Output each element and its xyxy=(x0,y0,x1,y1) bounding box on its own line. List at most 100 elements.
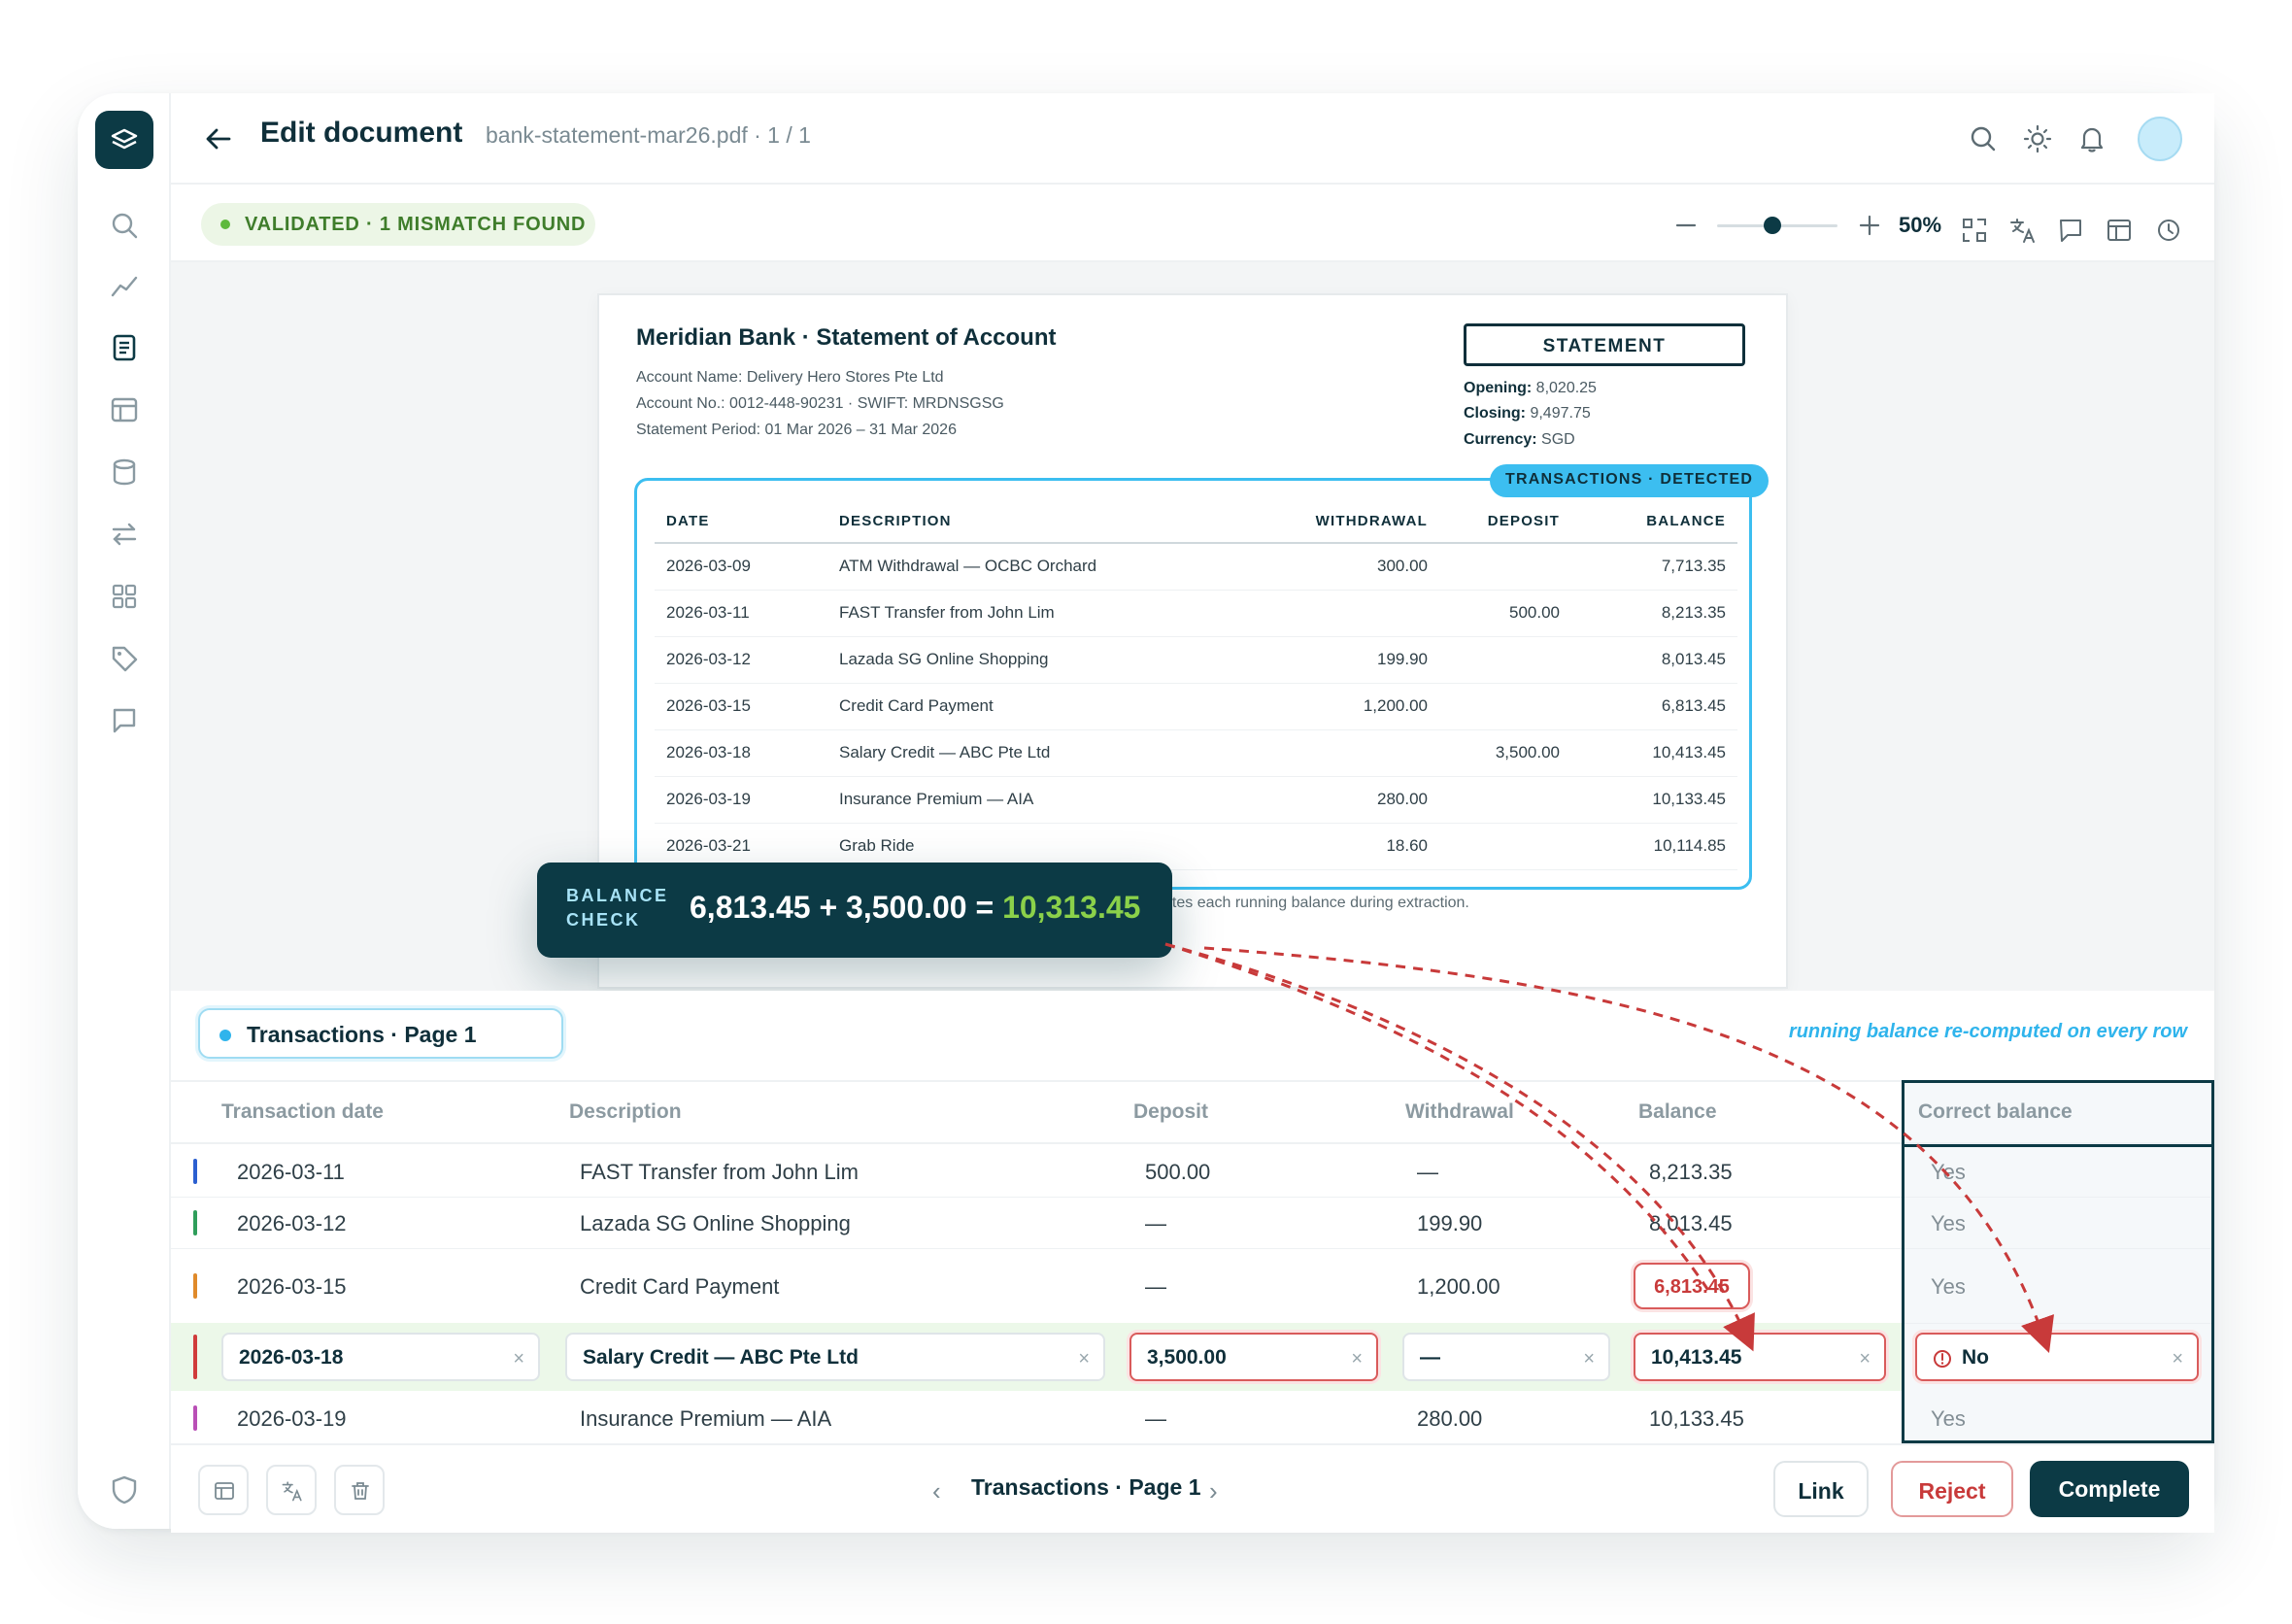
analytics-icon[interactable] xyxy=(109,270,140,301)
opening-value: 8,020.25 xyxy=(1535,380,1597,396)
edit-correct-balance-field[interactable]: No × xyxy=(1915,1333,2199,1381)
row-deposit[interactable]: — xyxy=(1145,1274,1166,1300)
edit-date-value: 2026-03-18 xyxy=(239,1346,344,1369)
row-date[interactable]: 2026-03-15 xyxy=(237,1274,347,1300)
statement-cell-deposit: 500.00 xyxy=(1439,590,1571,637)
row-withdrawal[interactable]: 280.00 xyxy=(1417,1406,1482,1432)
theme-sun-icon[interactable] xyxy=(2022,123,2053,154)
clear-icon[interactable]: × xyxy=(1351,1348,1363,1370)
previous-page-button[interactable]: ‹ xyxy=(932,1476,941,1506)
clear-icon[interactable]: × xyxy=(2172,1348,2183,1370)
transactions-region[interactable]: DATE DESCRIPTION WITHDRAWAL DEPOSIT BALA… xyxy=(634,478,1752,890)
database-icon[interactable] xyxy=(109,457,140,488)
row-date[interactable]: 2026-03-12 xyxy=(237,1211,347,1236)
layout-button[interactable] xyxy=(198,1465,249,1515)
search-icon[interactable] xyxy=(1968,123,1999,154)
row-deposit[interactable]: — xyxy=(1145,1406,1166,1432)
translate-icon xyxy=(282,1481,302,1502)
edit-deposit-field[interactable]: 3,500.00 × xyxy=(1129,1333,1378,1381)
statement-cell-deposit xyxy=(1439,636,1571,684)
layers-icon xyxy=(111,128,138,150)
reject-button[interactable]: Reject xyxy=(1891,1461,2013,1517)
table-icon[interactable] xyxy=(109,394,140,425)
extraction-note: utes each running balance during extract… xyxy=(1163,895,1469,911)
edit-withdrawal-field[interactable]: — × xyxy=(1402,1333,1610,1381)
logo[interactable] xyxy=(95,111,153,169)
account-number: Account No.: 0012-448-90231 · SWIFT: MRD… xyxy=(636,395,1004,412)
statement-cell-withdrawal xyxy=(1255,729,1439,777)
row-date[interactable]: 2026-03-11 xyxy=(237,1160,345,1185)
tab-dot xyxy=(219,1030,231,1041)
statement-cell-description: Lazada SG Online Shopping xyxy=(827,636,1255,684)
history-icon[interactable] xyxy=(2154,216,2183,245)
bell-icon[interactable] xyxy=(2076,123,2107,154)
statement-cell-balance: 10,413.45 xyxy=(1571,729,1737,777)
status-dot xyxy=(220,220,230,229)
clear-icon[interactable]: × xyxy=(513,1348,524,1370)
row-withdrawal[interactable]: 199.90 xyxy=(1417,1211,1482,1236)
statement-cell-date: 2026-03-09 xyxy=(655,543,827,591)
zoom-out-icon[interactable] xyxy=(1674,214,1698,237)
zoom-slider-thumb[interactable] xyxy=(1764,217,1781,234)
edit-description-field[interactable]: Salary Credit — ABC Pte Ltd × xyxy=(565,1333,1105,1381)
row-color-bar xyxy=(193,1335,197,1379)
link-button[interactable]: Link xyxy=(1773,1461,1869,1517)
edit-balance-field[interactable]: 10,413.45 × xyxy=(1634,1333,1886,1381)
edit-deposit-value: 3,500.00 xyxy=(1147,1346,1227,1369)
balance-check-label-1: BALANCE xyxy=(566,886,669,905)
grid-icon[interactable] xyxy=(109,581,140,612)
edit-date-field[interactable]: 2026-03-18 × xyxy=(221,1333,540,1381)
col-balance: BALANCE xyxy=(1571,500,1737,544)
statement-cell-balance: 10,114.85 xyxy=(1571,823,1737,870)
clear-icon[interactable]: × xyxy=(1859,1348,1871,1370)
row-balance[interactable]: 8,013.45 xyxy=(1649,1211,1733,1236)
col-description: DESCRIPTION xyxy=(827,500,1255,544)
complete-button[interactable]: Complete xyxy=(2030,1461,2189,1517)
scan-icon[interactable] xyxy=(1960,216,1989,245)
statement-cell-description: Credit Card Payment xyxy=(827,683,1255,730)
row-description[interactable]: Lazada SG Online Shopping xyxy=(580,1211,851,1236)
row-description[interactable]: Credit Card Payment xyxy=(580,1274,779,1300)
comment-icon[interactable] xyxy=(109,705,140,736)
statement-cell-balance: 6,813.45 xyxy=(1571,683,1737,730)
next-page-button[interactable]: › xyxy=(1209,1476,1218,1506)
statement-cell-withdrawal: 199.90 xyxy=(1255,636,1439,684)
clear-icon[interactable]: × xyxy=(1583,1348,1595,1370)
sidebar xyxy=(78,93,171,1529)
statement-cell-description: Insurance Premium — AIA xyxy=(827,776,1255,824)
balance-mismatch-chip[interactable]: 6,813.45 xyxy=(1634,1263,1750,1309)
row-deposit[interactable]: — xyxy=(1145,1211,1166,1236)
closing-balance: Closing: 9,497.75 xyxy=(1464,405,1591,423)
tag-icon[interactable] xyxy=(109,643,140,674)
statement-row: 2026-03-15 Credit Card Payment 1,200.00 6,8… xyxy=(655,683,1737,730)
row-balance[interactable]: 8,213.35 xyxy=(1649,1160,1733,1185)
transfer-icon[interactable] xyxy=(109,519,140,550)
row-withdrawal[interactable]: — xyxy=(1417,1160,1438,1185)
statement-table: DATE DESCRIPTION WITHDRAWAL DEPOSIT BALA… xyxy=(655,500,1737,870)
tab-transactions-page-1[interactable]: Transactions · Page 1 xyxy=(198,1008,563,1059)
statement-cell-withdrawal: 18.60 xyxy=(1255,823,1439,870)
document-icon[interactable] xyxy=(109,332,140,363)
back-arrow-icon[interactable] xyxy=(202,122,235,155)
layout-icon[interactable] xyxy=(2105,216,2134,245)
comment-icon[interactable] xyxy=(2056,216,2085,245)
translate-button[interactable] xyxy=(266,1465,317,1515)
row-color-bar xyxy=(193,1272,197,1299)
clear-icon[interactable]: × xyxy=(1078,1348,1090,1370)
row-description[interactable]: Insurance Premium — AIA xyxy=(580,1406,831,1432)
statement-row: 2026-03-09 ATM Withdrawal — OCBC Orchard 3… xyxy=(655,543,1737,591)
row-balance[interactable]: 10,133.45 xyxy=(1649,1406,1744,1432)
translate-icon[interactable] xyxy=(2008,216,2038,245)
shield-icon[interactable] xyxy=(109,1474,140,1506)
row-withdrawal[interactable]: 1,200.00 xyxy=(1417,1274,1500,1300)
pager-label: Transactions · Page 1 xyxy=(971,1474,1201,1500)
row-deposit[interactable]: 500.00 xyxy=(1145,1160,1210,1185)
correct-balance-column xyxy=(1902,1080,2214,1443)
delete-button[interactable] xyxy=(334,1465,385,1515)
search-icon[interactable] xyxy=(109,210,140,241)
statement-cell-balance: 8,013.45 xyxy=(1571,636,1737,684)
row-date[interactable]: 2026-03-19 xyxy=(237,1406,347,1432)
row-description[interactable]: FAST Transfer from John Lim xyxy=(580,1160,859,1185)
zoom-in-icon[interactable] xyxy=(1858,214,1881,237)
avatar[interactable] xyxy=(2138,117,2182,161)
